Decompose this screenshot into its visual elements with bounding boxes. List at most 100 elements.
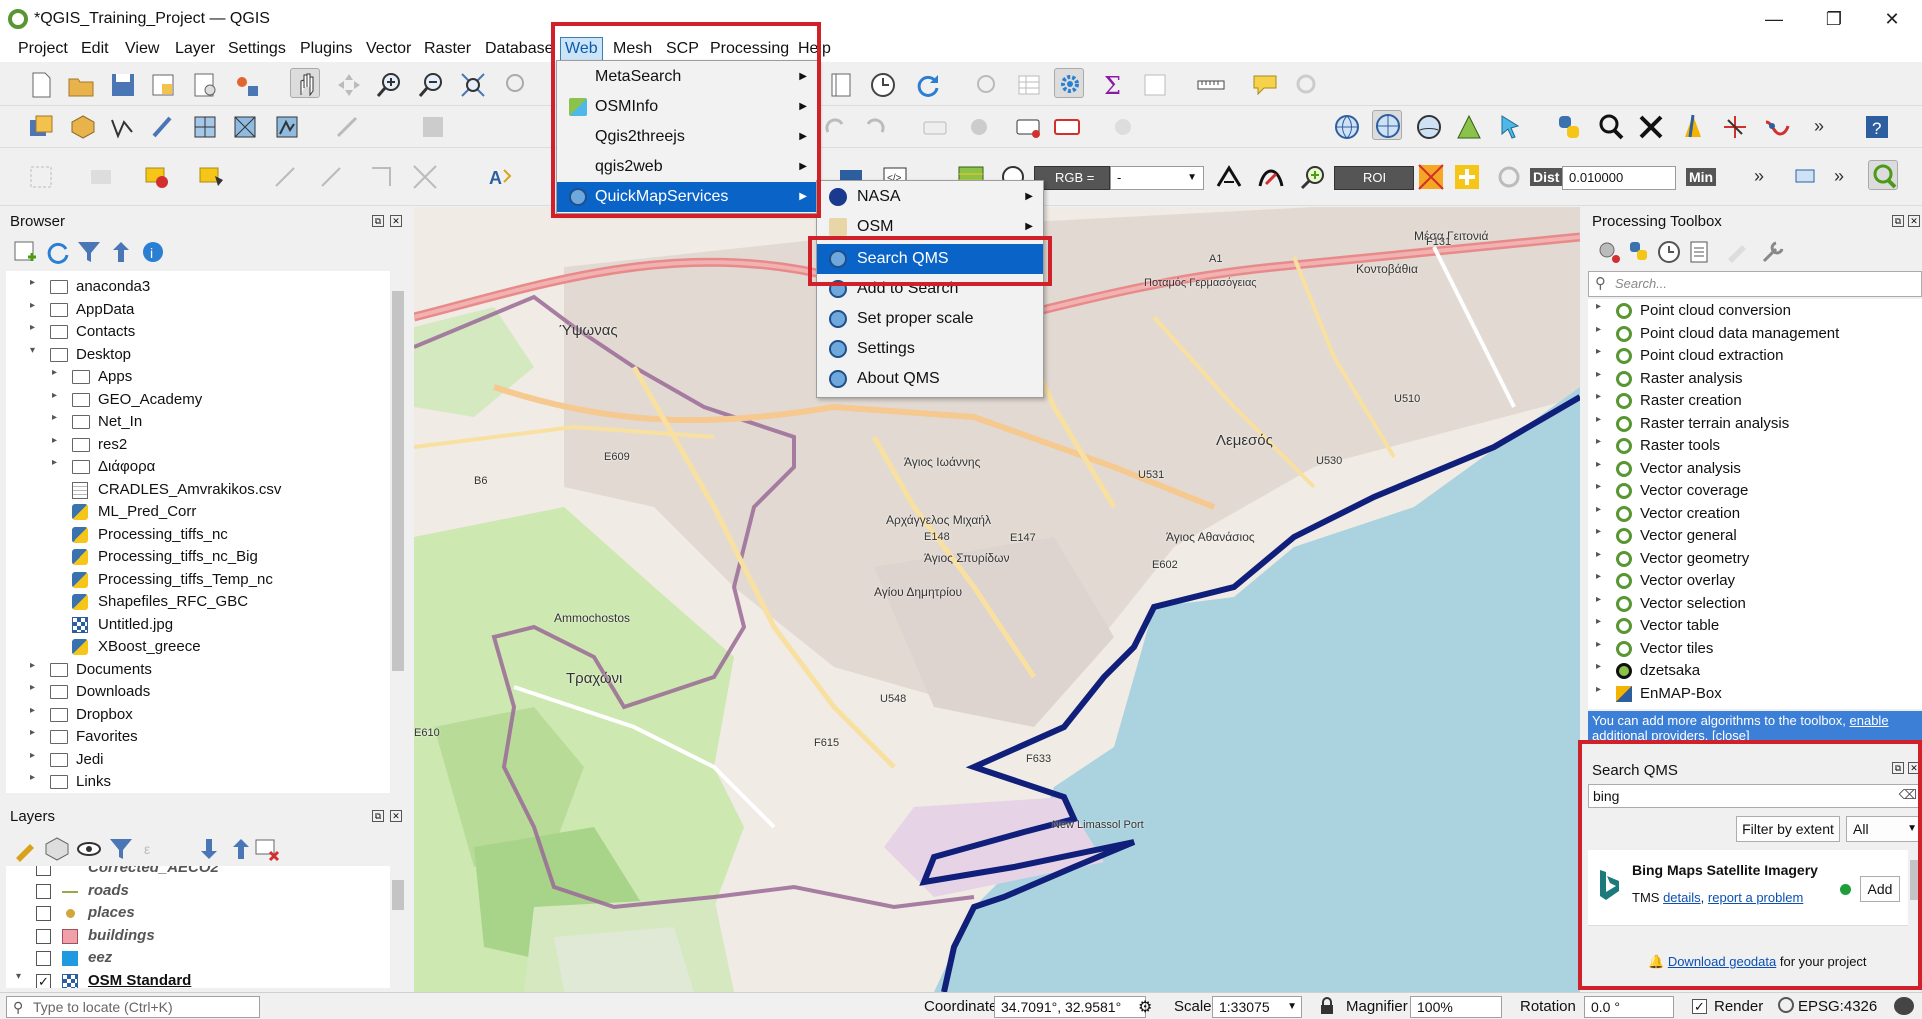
qms-globe-icon[interactable] [1414,112,1444,142]
qms-osm[interactable]: OSM ▶ [817,212,1043,242]
expand-arrow-icon[interactable]: ▸ [30,300,35,311]
qms-set-proper-scale[interactable]: Set proper scale [817,304,1043,334]
expand-arrow-icon[interactable]: ▸ [30,322,35,333]
menu-settings[interactable]: Settings [224,38,290,60]
menu-scp[interactable]: SCP [662,38,703,60]
remove-layer-icon[interactable] [252,834,280,862]
expand-arrow-icon[interactable]: ▸ [1596,661,1601,672]
refresh-browser-icon[interactable] [42,237,69,264]
result-details-link[interactable]: details [1663,890,1701,905]
new-map-view-icon[interactable] [826,70,856,100]
open-field-calculator-icon[interactable] [1140,70,1170,100]
filter-expression-icon[interactable]: ε [140,834,166,860]
coordinate-field[interactable]: 34.7091°, 32.9581° [994,996,1146,1018]
edit-features-in-place-icon[interactable] [1722,237,1748,263]
manage-visibility-icon[interactable] [74,834,101,860]
rotation-spinbox[interactable]: 0.0 ° [1584,996,1674,1018]
collapse-all-icon[interactable] [106,237,132,263]
expand-arrow-icon[interactable]: ▸ [1596,549,1601,560]
collapse-layers-icon[interactable] [226,834,252,860]
expand-arrow-icon[interactable]: ▸ [1596,414,1601,425]
float-layers-icon[interactable]: ⧉ [372,810,384,822]
layer-visibility-checkbox[interactable] [36,906,51,921]
annotation-icon[interactable] [1292,70,1322,100]
zoom-out-icon[interactable] [416,70,446,100]
restore-button[interactable]: ❐ [1814,6,1854,32]
label-highlight-icon[interactable] [1014,112,1044,142]
expand-arrow-icon[interactable]: ▸ [52,367,57,378]
close-layers-icon[interactable]: ✕ [390,810,402,822]
expand-arrow-icon[interactable]: ▸ [1596,324,1601,335]
layer-visibility-checkbox[interactable] [36,951,51,966]
close-panel-icon[interactable]: ✕ [390,215,402,227]
close-notice-link[interactable]: [close] [1712,728,1750,743]
layer-visibility-checkbox[interactable] [36,928,51,944]
crs-label[interactable]: EPSG:4326 [1798,998,1877,1015]
identify-icon[interactable] [972,70,1002,100]
web-menu-metasearch[interactable]: MetaSearch ▶ [557,62,817,92]
menu-database[interactable]: Database [481,38,558,60]
filter-browser-icon[interactable] [74,237,100,263]
close-button[interactable]: ✕ [1872,6,1912,32]
expand-arrow-icon[interactable]: ▸ [1596,459,1601,470]
save-project-icon[interactable] [108,70,138,100]
expand-arrow-icon[interactable]: ▸ [30,682,35,693]
float-panel-icon[interactable]: ⧉ [372,215,384,227]
deselect-icon[interactable] [142,162,172,192]
add-result-button[interactable]: Add [1860,876,1900,902]
expand-arrow-icon[interactable]: ▸ [1596,594,1601,605]
history-icon[interactable] [1654,237,1680,263]
render-checkbox[interactable]: ✓ [1692,999,1707,1014]
menu-vector[interactable]: Vector [362,38,415,60]
qms-about[interactable]: About QMS [817,364,1043,394]
collapse-arrow-icon[interactable]: ▾ [30,345,35,356]
web-menu-osminfo[interactable]: OSMInfo ▶ [557,92,817,122]
expand-arrow-icon[interactable]: ▸ [1596,436,1601,447]
rotate-feature-icon[interactable] [366,162,396,192]
expand-arrow-icon[interactable]: ▸ [52,435,57,446]
new-geopackage-icon[interactable] [68,112,98,142]
qms-search-input[interactable]: bing ⌫ [1588,784,1922,808]
move-label-icon[interactable] [1108,112,1138,142]
text-annotation-icon[interactable]: A [486,162,516,192]
zoom-to-layer-globe-icon[interactable] [1372,110,1402,140]
expand-arrow-icon[interactable]: ▸ [1596,301,1601,312]
processing-tools-icon[interactable] [1636,112,1666,142]
layout-manager-icon[interactable] [190,70,220,100]
menu-project[interactable]: Project [14,38,72,60]
roi-field[interactable]: ROI [1334,166,1414,190]
expand-all-icon[interactable] [194,834,220,860]
expand-arrow-icon[interactable]: ▸ [30,705,35,716]
expand-arrow-icon[interactable]: ▸ [1596,346,1601,357]
scp-zoom-roi-icon[interactable] [1298,162,1328,192]
zoom-to-extent-globe-icon[interactable] [1332,112,1362,142]
toolbar-overflow-2[interactable]: » [1748,162,1778,192]
menu-web[interactable]: Web [560,37,603,61]
qms-settings[interactable]: Settings [817,334,1043,364]
expand-arrow-icon[interactable]: ▸ [1596,684,1601,695]
properties-info-icon[interactable]: i [138,237,164,263]
clear-search-icon[interactable]: ⌫ [1899,787,1917,803]
results-viewer-icon[interactable] [1684,237,1710,263]
topology-checker-icon[interactable] [1762,112,1792,142]
select-location-icon[interactable] [196,162,226,192]
digitize-point-icon[interactable] [1720,112,1750,142]
scale-combobox[interactable]: 1:33075 ▼ [1212,996,1302,1018]
scp-roi-region-icon[interactable] [1416,162,1446,192]
vertex-tool-icon[interactable] [316,162,346,192]
layer-visibility-checkbox[interactable]: ✓ [36,973,51,988]
style-manager-icon[interactable] [232,70,262,100]
gear-settings-icon[interactable] [1054,68,1084,98]
add-delimited-text-icon[interactable] [148,112,178,142]
select-by-area-icon[interactable] [26,162,56,192]
add-group-icon[interactable] [42,834,69,861]
menu-processing[interactable]: Processing [706,38,793,60]
expand-arrow-icon[interactable]: ▸ [1596,504,1601,515]
scp-add-roi-icon[interactable] [1452,162,1482,192]
redo-icon[interactable] [820,112,850,142]
undo-icon[interactable] [860,112,890,142]
pin-label-icon[interactable] [964,112,994,142]
qms-nasa[interactable]: NASA ▶ [817,182,1043,212]
style-layer-icon[interactable] [10,834,36,862]
measure-line-icon[interactable] [1196,70,1226,100]
